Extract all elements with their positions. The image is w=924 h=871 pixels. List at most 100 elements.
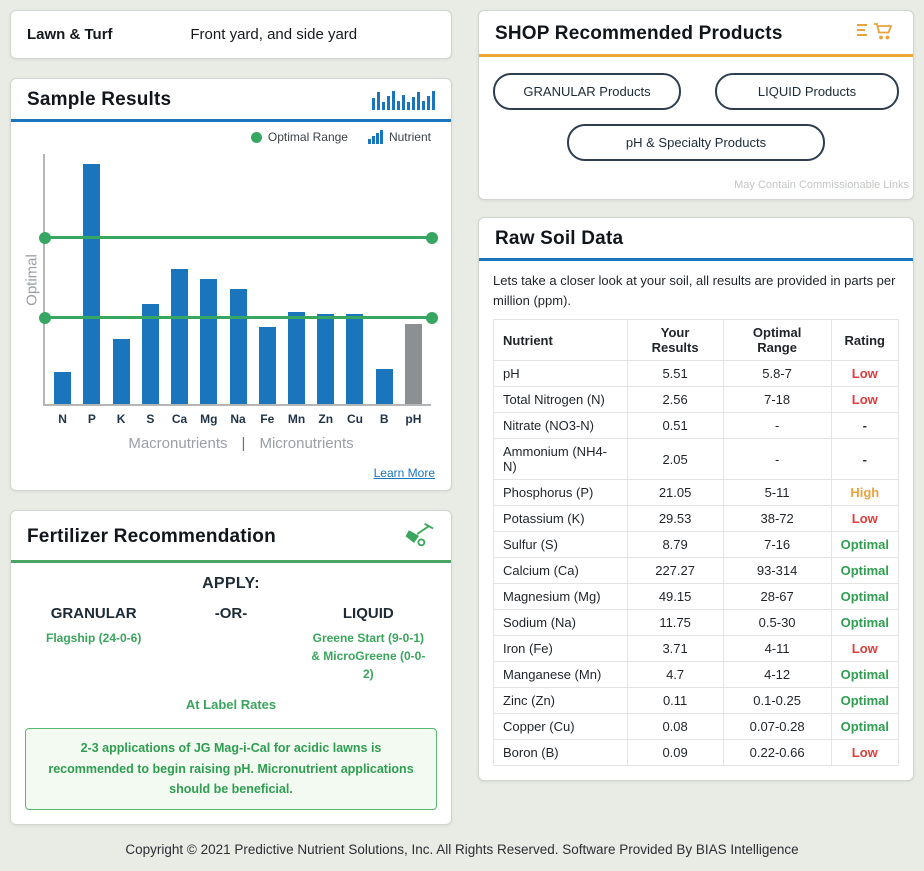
legend-optimal-range: Optimal Range <box>250 130 348 144</box>
cell-result: 4.7 <box>626 661 724 688</box>
table-row: Manganese (Mn) 4.7 4-12 Optimal <box>493 661 900 688</box>
cell-nutrient: Calcium (Ca) <box>493 557 628 584</box>
cell-rating: Optimal <box>830 557 900 584</box>
cell-result: 5.51 <box>626 360 724 387</box>
cell-rating: Low <box>830 386 900 413</box>
cell-range: 38-72 <box>722 505 832 532</box>
column-header: Rating <box>830 319 900 361</box>
cell-rating: Low <box>830 360 900 387</box>
cell-result: 0.11 <box>626 687 724 714</box>
cell-range: 5-11 <box>722 479 832 506</box>
table-row: Boron (B) 0.09 0.22-0.66 Low <box>493 739 900 766</box>
sample-category: Lawn & Turf <box>27 26 113 43</box>
fertilizer-recommendation-card: Fertilizer Recommendation APPLY: GRANULA… <box>10 510 452 825</box>
table-row: Copper (Cu) 0.08 0.07-0.28 Optimal <box>493 713 900 740</box>
cell-nutrient: Zinc (Zn) <box>493 687 628 714</box>
cell-nutrient: Boron (B) <box>493 739 628 766</box>
optimal-line-upper <box>45 236 431 239</box>
or-column: -OR- <box>162 605 299 622</box>
cell-range: 5.8-7 <box>722 360 832 387</box>
macronutrients-label: Macronutrients <box>128 435 228 452</box>
chart-bar-Fe <box>258 326 276 404</box>
ph-specialty-products-button[interactable]: pH & Specialty Products <box>567 124 825 161</box>
cell-rating: - <box>830 412 900 439</box>
cell-range: 0.5-30 <box>722 609 832 636</box>
cell-range: 7-18 <box>722 386 832 413</box>
page: Lawn & Turf Front yard, and side yard Sa… <box>0 0 924 871</box>
sample-results-title: Sample Results <box>27 89 172 110</box>
nutrient-chart: Optimal Range Nutrient Optimal N P K S C… <box>11 122 451 460</box>
cell-result: 49.15 <box>626 583 724 610</box>
cell-nutrient: Copper (Cu) <box>493 713 628 740</box>
chart-legend: Optimal Range Nutrient <box>21 126 437 154</box>
cell-rating: Low <box>830 739 900 766</box>
x-tick-label-Zn: Zn <box>318 412 334 426</box>
cell-rating: Low <box>830 635 900 662</box>
cell-nutrient: Total Nitrogen (N) <box>493 386 628 413</box>
cell-rating: Optimal <box>830 661 900 688</box>
or-label: -OR- <box>214 605 248 622</box>
table-row: Magnesium (Mg) 49.15 28-67 Optimal <box>493 583 900 610</box>
legend-nutrient: Nutrient <box>367 130 431 144</box>
optimal-range-dot-icon <box>250 131 262 143</box>
sample-info-card: Lawn & Turf Front yard, and side yard <box>10 10 452 59</box>
liquid-label: LIQUID <box>342 605 394 622</box>
table-row: Sulfur (S) 8.79 7-16 Optimal <box>493 531 900 558</box>
learn-more-link[interactable]: Learn More <box>374 466 435 480</box>
x-tick-label-Mn: Mn <box>287 412 306 426</box>
table-row: Ammonium (NH4-N) 2.05- - <box>493 438 900 480</box>
x-tick-label-N: N <box>58 412 67 426</box>
soil-table-header-row: Nutrient Your Results Optimal Range Rating <box>493 319 900 361</box>
group-separator: | <box>241 435 246 452</box>
sample-results-card: Sample Results Optimal Range Nutrient Op… <box>10 78 452 491</box>
cell-range: 4-12 <box>722 661 832 688</box>
x-tick-label-Mg: Mg <box>200 412 218 426</box>
cell-result: 0.51 <box>626 412 724 439</box>
column-header: Nutrient <box>493 319 628 361</box>
cell-rating: Optimal <box>830 531 900 558</box>
liquid-products-button[interactable]: LIQUID Products <box>715 73 899 110</box>
x-tick-label-Na: Na <box>230 412 246 426</box>
cell-nutrient: pH <box>493 360 628 387</box>
chart-bar-Na <box>229 289 247 404</box>
cell-rating: High <box>830 479 900 506</box>
cell-nutrient: Ammonium (NH4-N) <box>493 438 628 480</box>
table-row: Total Nitrogen (N) 2.56 7-18 Low <box>493 386 900 413</box>
recommendation-note: 2-3 applications of JG Mag-i-Cal for aci… <box>25 728 437 810</box>
apply-label: APPLY: <box>202 575 260 592</box>
chart-bar-Zn <box>317 314 335 404</box>
table-row: Nitrate (NO3-N) 0.51- - <box>493 412 900 439</box>
table-row: Sodium (Na) 11.75 0.5-30 Optimal <box>493 609 900 636</box>
commissionable-links-disclaimer: May Contain Commissionable Links <box>734 179 909 191</box>
table-row: Iron (Fe) 3.71 4-11 Low <box>493 635 900 662</box>
chart-bar-Mn <box>287 311 305 404</box>
cell-range: 0.22-0.66 <box>722 739 832 766</box>
liquid-product: Greene Start (9-0-1) & MicroGreene (0-0-… <box>311 631 426 681</box>
nutrient-group-labels: Macronutrients | Micronutrients <box>21 426 437 452</box>
granular-products-button[interactable]: GRANULAR Products <box>493 73 681 110</box>
cell-nutrient: Manganese (Mn) <box>493 661 628 688</box>
cell-nutrient: Sulfur (S) <box>493 531 628 558</box>
cell-result: 0.09 <box>626 739 724 766</box>
granular-product: Flagship (24-0-6) <box>45 631 142 645</box>
chart-x-labels: N P K S Ca Mg Na Fe Mn Zn Cu BpH <box>45 406 431 426</box>
optimal-line-lower <box>45 316 431 319</box>
y-axis-label: Optimal <box>23 254 41 306</box>
nutrient-bars-icon <box>367 130 383 144</box>
x-tick-label-Fe: Fe <box>260 412 275 426</box>
cell-nutrient: Sodium (Na) <box>493 609 628 636</box>
footer-copyright: Copyright © 2021 Predictive Nutrient Sol… <box>125 841 799 857</box>
raw-soil-data-card: Raw Soil Data Lets take a closer look at… <box>478 217 914 781</box>
column-header: Optimal Range <box>722 319 832 361</box>
cart-icon[interactable] <box>857 21 897 46</box>
cell-rating: Optimal <box>830 687 900 714</box>
cell-range: 28-67 <box>722 583 832 610</box>
chart-bar-N <box>54 371 72 404</box>
cell-rating: Optimal <box>830 609 900 636</box>
cell-result: 2.05 <box>626 438 724 480</box>
chart-bar-P <box>83 164 101 404</box>
chart-bar-Mg <box>200 279 218 404</box>
cell-result: 0.08 <box>626 713 724 740</box>
cell-rating: Optimal <box>830 583 900 610</box>
label-rates: At Label Rates <box>185 697 277 712</box>
